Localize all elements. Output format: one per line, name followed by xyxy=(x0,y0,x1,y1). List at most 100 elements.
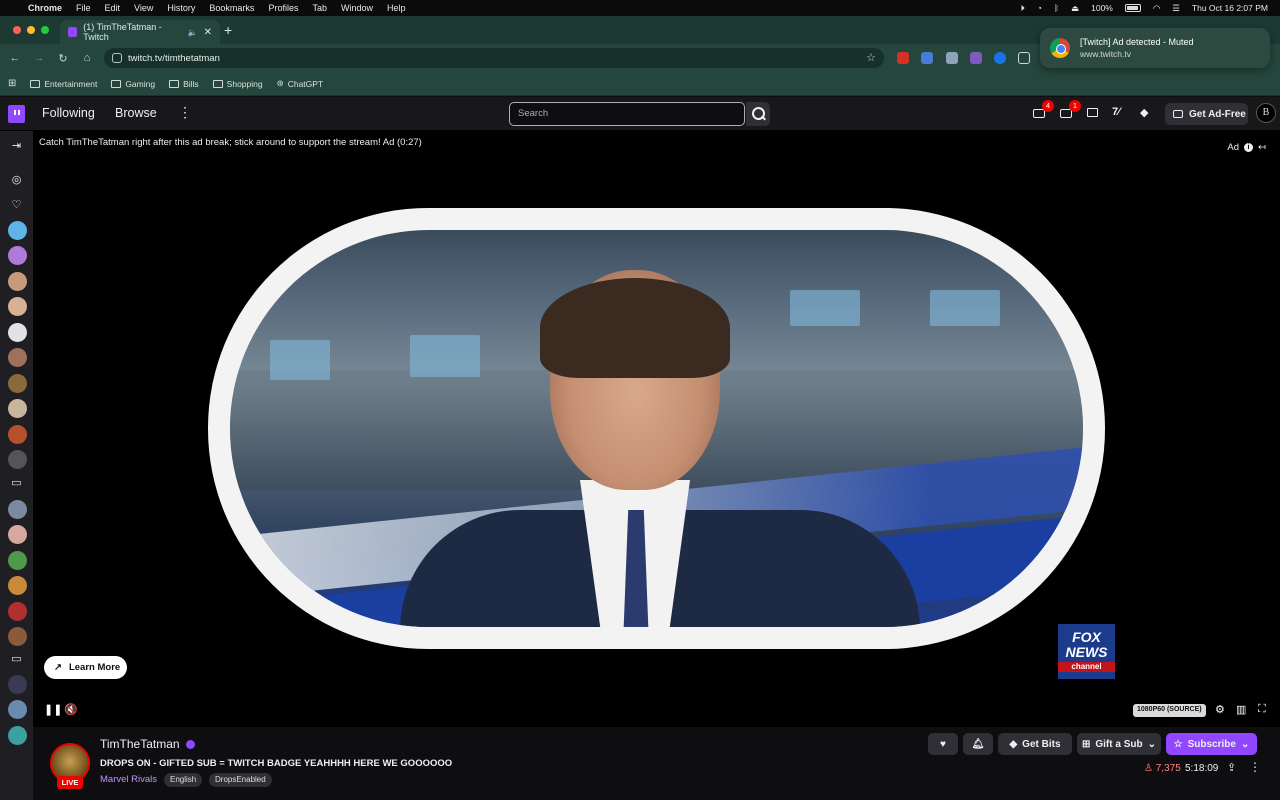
zoom-window-button[interactable] xyxy=(41,26,49,34)
channel-avatar[interactable] xyxy=(8,450,27,469)
info-icon[interactable]: i xyxy=(1244,143,1254,152)
share-icon[interactable]: ⇪ xyxy=(1227,761,1236,774)
notifications-icon[interactable]: 1 xyxy=(1060,100,1081,120)
video-camera-icon[interactable]: ▭ xyxy=(10,653,23,666)
wifi-icon[interactable]: ◠ xyxy=(1153,3,1160,14)
control-center-icon[interactable]: ☰ xyxy=(1172,3,1180,14)
game-link[interactable]: Marvel Rivals xyxy=(100,774,157,785)
menu-window[interactable]: Window xyxy=(341,3,373,13)
site-settings-icon[interactable] xyxy=(112,53,122,63)
fullscreen-icon[interactable]: ⛶ xyxy=(1258,703,1266,716)
channel-avatar[interactable] xyxy=(8,221,27,240)
search-input[interactable]: Search xyxy=(509,102,745,126)
menu-bookmarks[interactable]: Bookmarks xyxy=(209,3,254,13)
screen-extension-icon[interactable] xyxy=(946,52,958,64)
channel-avatar[interactable] xyxy=(8,675,27,694)
drops-inbox-icon[interactable]: 4 xyxy=(1033,100,1054,120)
more-options-icon[interactable]: ⋮ xyxy=(178,104,192,121)
menu-help[interactable]: Help xyxy=(387,3,406,13)
menu-app-name[interactable]: Chrome xyxy=(28,3,62,13)
apps-grid-icon[interactable]: ⊞ xyxy=(8,78,16,89)
nav-following[interactable]: Following xyxy=(42,106,95,120)
channel-avatar[interactable] xyxy=(8,525,27,544)
channel-avatar[interactable] xyxy=(8,297,27,316)
channel-avatar[interactable] xyxy=(8,602,27,621)
bookmark-bills[interactable]: Bills xyxy=(169,79,199,89)
menu-datetime[interactable]: Thu Oct 16 2:07 PM xyxy=(1192,3,1268,13)
learn-more-button[interactable]: ↗ Learn More xyxy=(44,656,127,679)
get-bits-button[interactable]: ◆ Get Bits xyxy=(998,733,1072,755)
video-camera-icon[interactable]: ▭ xyxy=(10,477,23,490)
tag-english[interactable]: English xyxy=(164,773,203,787)
channel-avatar[interactable] xyxy=(8,246,27,265)
menu-profiles[interactable]: Profiles xyxy=(268,3,298,13)
address-bar[interactable]: twitch.tv/timthetatman ☆ xyxy=(104,48,884,68)
eject-icon[interactable]: ⏏ xyxy=(1071,3,1079,14)
battery-icon[interactable] xyxy=(1124,4,1141,12)
bits-icon[interactable]: ◆ xyxy=(1140,106,1154,120)
channel-avatar[interactable] xyxy=(8,726,27,745)
nav-browse[interactable]: Browse xyxy=(115,106,157,120)
speaker-icon[interactable]: 🔈 xyxy=(188,28,198,37)
search-button[interactable] xyxy=(746,102,770,126)
expand-sidebar-icon[interactable]: ⇥ xyxy=(10,140,23,153)
gift-sub-button[interactable]: ⊞ Gift a Sub ⌄ xyxy=(1077,733,1161,755)
bluetooth-icon[interactable]: ᛒ xyxy=(1054,3,1059,13)
channel-avatar[interactable] xyxy=(8,348,27,367)
menu-tab[interactable]: Tab xyxy=(312,3,327,13)
channel-avatar[interactable] xyxy=(8,700,27,719)
twitch-logo-icon[interactable] xyxy=(8,105,25,123)
channel-avatar[interactable] xyxy=(8,551,27,570)
get-ad-free-button[interactable]: Get Ad-Free xyxy=(1165,103,1248,125)
url-text[interactable]: twitch.tv/timthetatman xyxy=(128,53,220,64)
theatre-mode-icon[interactable]: ▥ xyxy=(1236,703,1246,716)
menu-edit[interactable]: Edit xyxy=(105,3,121,13)
collapse-arrow-icon[interactable]: ↤ xyxy=(1258,142,1266,153)
notification-bell-button[interactable]: 🔔︎ xyxy=(963,733,993,755)
bookmark-star-icon[interactable]: ☆ xyxy=(866,51,876,64)
close-window-button[interactable] xyxy=(13,26,21,34)
channel-avatar[interactable] xyxy=(8,627,27,646)
channel-avatar[interactable] xyxy=(8,425,27,444)
video-player[interactable]: Catch TimTheTatman right after this ad b… xyxy=(33,131,1280,727)
extensions-puzzle-icon[interactable] xyxy=(1018,52,1030,64)
channel-avatar[interactable] xyxy=(8,374,27,393)
whispers-icon[interactable] xyxy=(1087,106,1101,120)
heart-icon[interactable]: ♡ xyxy=(10,199,23,212)
channel-avatar[interactable] xyxy=(8,399,27,418)
pause-icon[interactable]: ❚❚ xyxy=(44,703,62,716)
new-tab-button[interactable]: + xyxy=(224,22,232,38)
bookmark-shopping[interactable]: Shopping xyxy=(212,79,263,89)
channel-avatar[interactable] xyxy=(8,576,27,595)
audio-extension-icon[interactable] xyxy=(921,52,933,64)
turbo-icon[interactable]: 7⁄ xyxy=(1112,106,1126,120)
vpn-extension-icon[interactable] xyxy=(994,52,1006,64)
follow-heart-button[interactable]: ♥ xyxy=(928,733,958,755)
back-icon[interactable]: ← xyxy=(3,52,27,64)
browser-tab-active[interactable]: (1) TimTheTatman - Twitch 🔈 ✕ xyxy=(60,20,220,44)
menu-view[interactable]: View xyxy=(134,3,153,13)
muted-volume-icon[interactable]: 🔇 xyxy=(64,703,78,716)
star-extension-icon[interactable] xyxy=(970,52,982,64)
streamer-name[interactable]: TimTheTatman xyxy=(100,737,180,751)
bookmark-gaming[interactable]: Gaming xyxy=(111,79,155,89)
menu-history[interactable]: History xyxy=(167,3,195,13)
user-avatar[interactable]: B xyxy=(1256,103,1276,123)
channel-avatar[interactable] xyxy=(8,272,27,291)
bookmark-chatgpt[interactable]: ⊛ ChatGPT xyxy=(277,78,324,89)
reload-icon[interactable]: ↻ xyxy=(51,52,75,65)
channel-avatar[interactable] xyxy=(8,500,27,519)
minimize-window-button[interactable] xyxy=(27,26,35,34)
home-icon[interactable]: ⌂ xyxy=(75,52,99,64)
more-options-icon[interactable]: ⋮ xyxy=(1249,760,1261,774)
tag-dropsenabled[interactable]: DropsEnabled xyxy=(209,773,272,787)
subscribe-button[interactable]: ☆ Subscribe ⌄ xyxy=(1166,733,1257,755)
gmail-extension-icon[interactable] xyxy=(897,52,909,64)
recommended-icon[interactable]: ◎ xyxy=(10,174,23,187)
bookmark-entertainment[interactable]: Entertainment xyxy=(30,79,97,89)
tab-close-icon[interactable]: ✕ xyxy=(204,27,212,38)
play-status-icon[interactable]: ⏵ xyxy=(1021,3,1025,14)
airpods-icon[interactable]: ◔ xyxy=(1037,3,1042,13)
chrome-notification[interactable]: [Twitch] Ad detected - Muted www.twitch.… xyxy=(1040,28,1270,68)
channel-avatar[interactable] xyxy=(8,323,27,342)
